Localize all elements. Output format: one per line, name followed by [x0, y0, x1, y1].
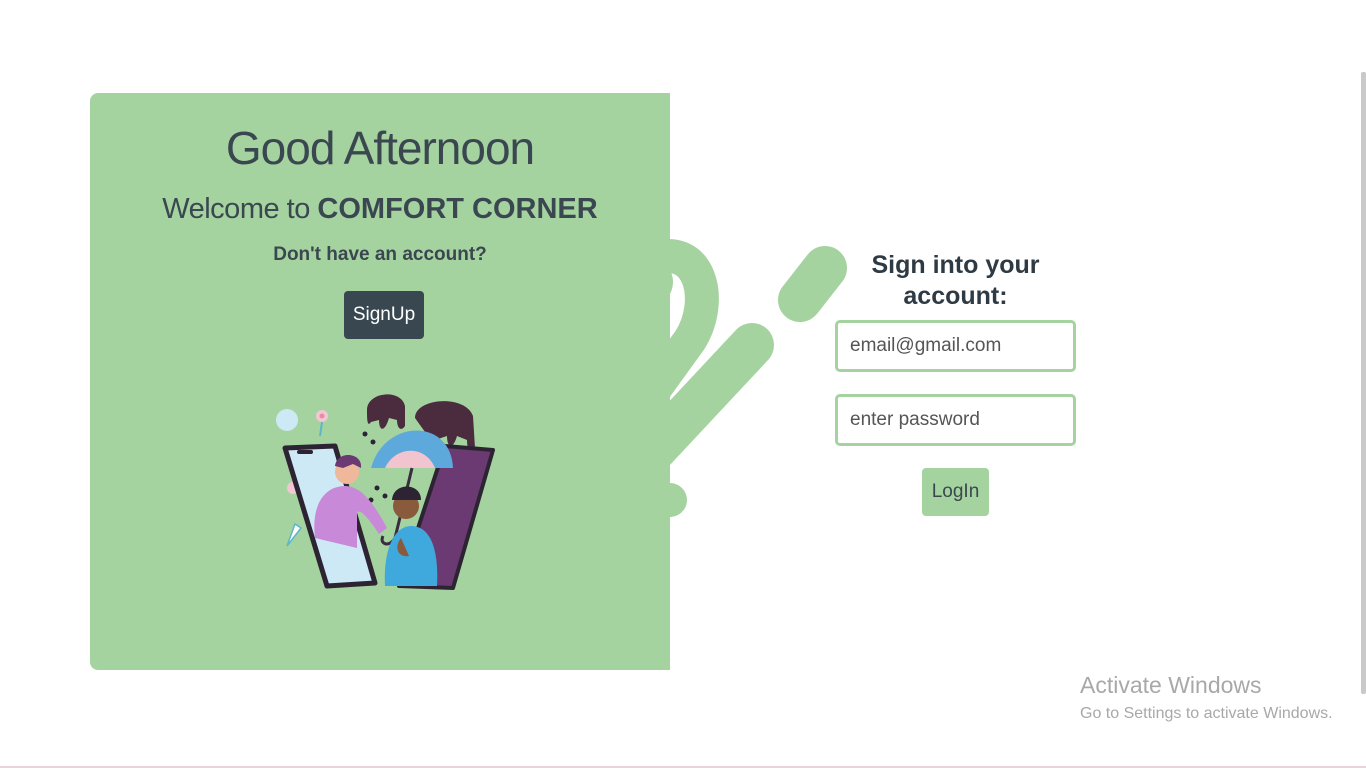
login-button[interactable]: LogIn	[922, 468, 989, 516]
no-account-text: Don't have an account?	[273, 244, 487, 265]
form-title: Sign into your account:	[871, 251, 1040, 310]
login-page: Good Afternoon Welcome to COMFORT CORNER…	[0, 0, 1366, 768]
welcome-panel: Good Afternoon Welcome to COMFORT CORNER…	[90, 93, 670, 670]
activate-windows-watermark: Activate Windows Go to Settings to activ…	[1080, 671, 1333, 725]
watermark-subtitle: Go to Settings to activate Windows.	[1080, 705, 1333, 722]
watermark-title: Activate Windows	[1080, 672, 1262, 698]
welcome-prefix: Welcome to	[162, 193, 318, 225]
password-field[interactable]	[835, 394, 1076, 446]
signup-button[interactable]: SignUp	[344, 291, 424, 339]
email-field[interactable]	[835, 320, 1076, 372]
vertical-scrollbar[interactable]	[1360, 0, 1366, 768]
welcome-heading: Welcome to COMFORT CORNER	[90, 193, 670, 226]
greeting-heading: Good Afternoon	[225, 122, 535, 174]
people-comfort-illustration-icon	[276, 394, 495, 590]
brand-name: COMFORT CORNER	[317, 193, 598, 225]
scrollbar-thumb[interactable]	[1361, 72, 1366, 694]
login-form: Sign into your account: LogIn	[835, 250, 1076, 516]
